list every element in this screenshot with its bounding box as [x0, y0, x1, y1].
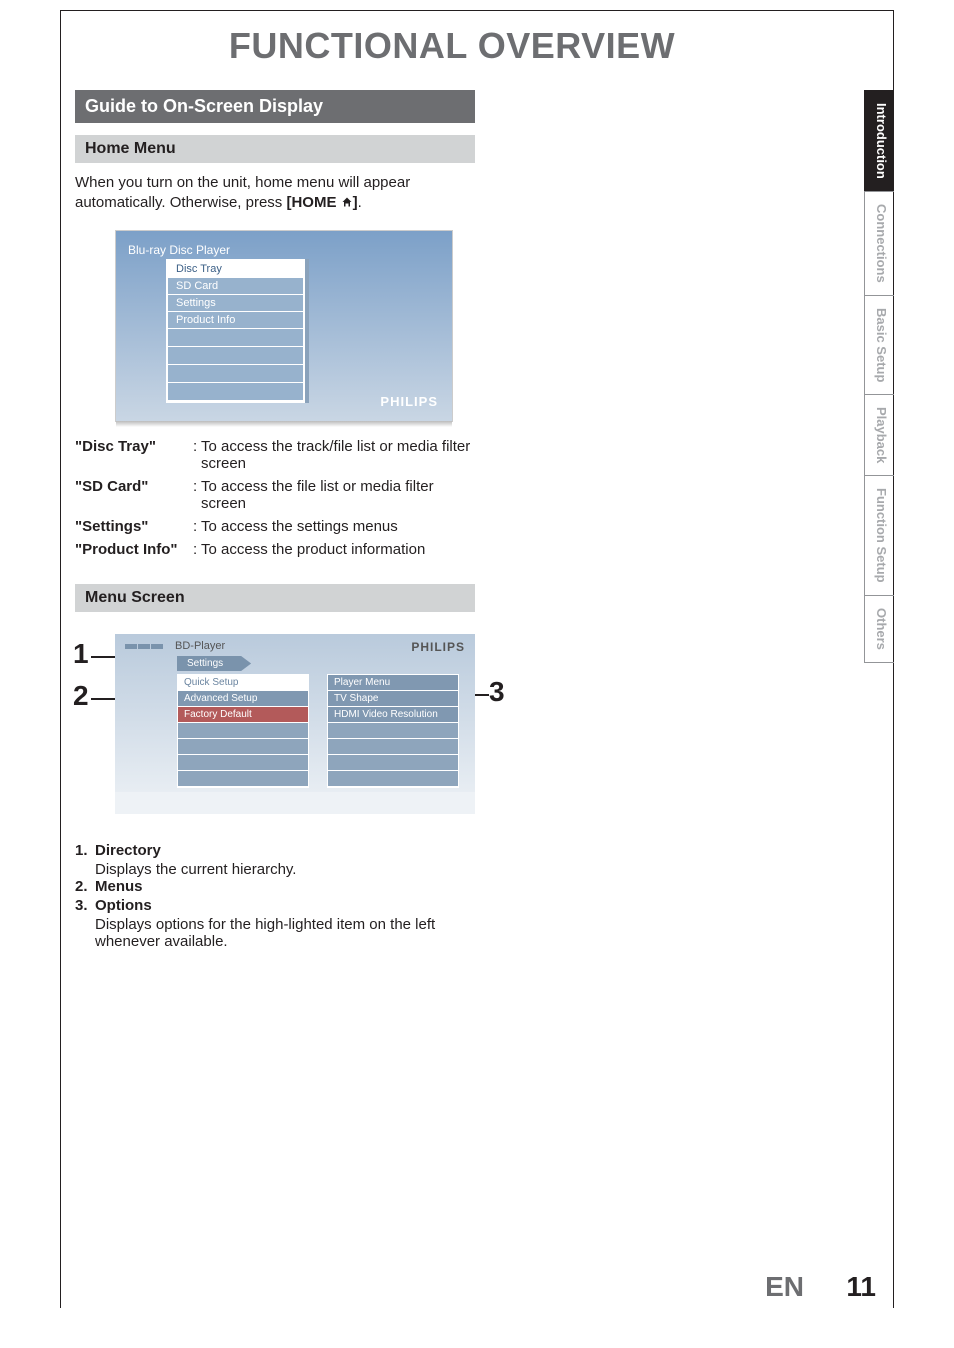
definition-colon: :: [193, 438, 201, 472]
definition-row: "Product Info":To access the product inf…: [75, 541, 475, 558]
menu-item: Advanced Setup: [178, 691, 308, 707]
side-tab-others[interactable]: Others: [864, 595, 894, 663]
home-menu-definitions: "Disc Tray":To access the track/file lis…: [75, 438, 475, 558]
legend-title: Menus: [95, 878, 143, 895]
side-tab-basic-setup[interactable]: Basic Setup: [864, 295, 894, 395]
menu-item: Factory Default: [178, 707, 308, 723]
home-menu-blank-row: [168, 383, 303, 401]
legend-number: 2.: [75, 878, 95, 895]
home-menu-blank-row: [168, 347, 303, 365]
page-title: FUNCTIONAL OVERVIEW: [60, 25, 844, 67]
side-tab-function-setup[interactable]: Function Setup: [864, 475, 894, 596]
menu-screen-crumb: Settings: [177, 656, 251, 671]
legend-row: 2.Menus: [75, 878, 475, 895]
legend-title: Options: [95, 897, 152, 914]
definition-desc: To access the file list or media filter …: [201, 478, 475, 512]
home-button-label-open: [HOME: [286, 194, 340, 211]
home-menu-item: Settings: [168, 295, 303, 312]
definition-term: "Disc Tray": [75, 438, 193, 472]
home-menu-item: Product Info: [168, 312, 303, 329]
menu-item: Player Menu: [328, 675, 458, 691]
subhead-home-menu: Home Menu: [75, 135, 475, 163]
definition-colon: :: [193, 518, 201, 535]
philips-logo: PHILIPS: [411, 640, 465, 654]
menu-blank-row: [178, 739, 308, 755]
definition-term: "Settings": [75, 518, 193, 535]
side-tab-connections[interactable]: Connections: [864, 191, 894, 296]
menu-blank-row: [178, 723, 308, 739]
menu-item: HDMI Video Resolution: [328, 707, 458, 723]
side-tab-introduction[interactable]: Introduction: [864, 90, 894, 192]
footer-language: EN: [765, 1271, 804, 1303]
definition-term: "SD Card": [75, 478, 193, 512]
menu-screen-footer: [115, 792, 475, 814]
menu-blank-row: [328, 739, 458, 755]
legend-number: 1.: [75, 842, 95, 859]
legend-desc: Displays the current hierarchy.: [95, 861, 475, 878]
menu-item: TV Shape: [328, 691, 458, 707]
philips-logo: PHILIPS: [380, 394, 438, 409]
legend-row: 1.Directory: [75, 842, 475, 859]
definition-colon: :: [193, 541, 201, 558]
menu-item: Quick Setup: [178, 675, 308, 691]
subhead-menu-screen: Menu Screen: [75, 584, 475, 612]
definition-desc: To access the track/file list or media f…: [201, 438, 475, 472]
home-menu-item: SD Card: [168, 278, 303, 295]
definition-row: "SD Card":To access the file list or med…: [75, 478, 475, 512]
legend-row: 3.Options: [75, 897, 475, 914]
legend-title: Directory: [95, 842, 161, 859]
legend-number: 3.: [75, 897, 95, 914]
definition-row: "Settings":To access the settings menus: [75, 518, 475, 535]
menu-blank-row: [328, 755, 458, 771]
definition-desc: To access the product information: [201, 541, 475, 558]
definition-desc: To access the settings menus: [201, 518, 475, 535]
callout-2: 2: [73, 680, 89, 712]
screenshot-shadow: [116, 421, 452, 427]
home-menu-blank-row: [168, 365, 303, 383]
home-screen-panel: Disc TraySD CardSettingsProduct Info: [166, 259, 305, 403]
legend-desc: Displays options for the high-lighted it…: [95, 916, 475, 950]
home-menu-item: Disc Tray: [168, 261, 303, 278]
nav-graphic: [125, 641, 165, 651]
menu-screen-header: BD-Player: [175, 640, 225, 652]
menu-blank-row: [328, 771, 458, 787]
home-intro-period: .: [358, 194, 362, 211]
menu-screen-figure: 1 2 3 BD-Player PHILIPS Settings Quick S…: [75, 626, 475, 826]
menu-legend: 1.Directory Displays the current hierarch…: [75, 842, 475, 950]
menu-blank-row: [178, 755, 308, 771]
menu-blank-row: [328, 723, 458, 739]
definition-row: "Disc Tray":To access the track/file lis…: [75, 438, 475, 472]
home-menu-screenshot: Blu-ray Disc Player Disc TraySD CardSett…: [115, 230, 453, 422]
menu-col-b: Player MenuTV ShapeHDMI Video Resolution: [327, 674, 459, 788]
callout-1: 1: [73, 638, 89, 670]
menu-blank-row: [178, 771, 308, 787]
menu-col-a: Quick SetupAdvanced SetupFactory Default: [177, 674, 309, 788]
home-menu-blank-row: [168, 329, 303, 347]
home-intro: When you turn on the unit, home menu wil…: [75, 173, 475, 212]
section-bar: Guide to On-Screen Display: [75, 90, 475, 123]
definition-colon: :: [193, 478, 201, 512]
side-tab-playback[interactable]: Playback: [864, 394, 894, 476]
callout-3: 3: [489, 676, 505, 708]
footer-page-number: 11: [846, 1271, 876, 1303]
menu-screen-screenshot: BD-Player PHILIPS Settings Quick SetupAd…: [115, 634, 475, 814]
home-icon: [341, 194, 353, 211]
side-tabs: IntroductionConnectionsBasic SetupPlayba…: [864, 90, 894, 662]
definition-term: "Product Info": [75, 541, 193, 558]
home-screen-title: Blu-ray Disc Player: [128, 243, 230, 257]
